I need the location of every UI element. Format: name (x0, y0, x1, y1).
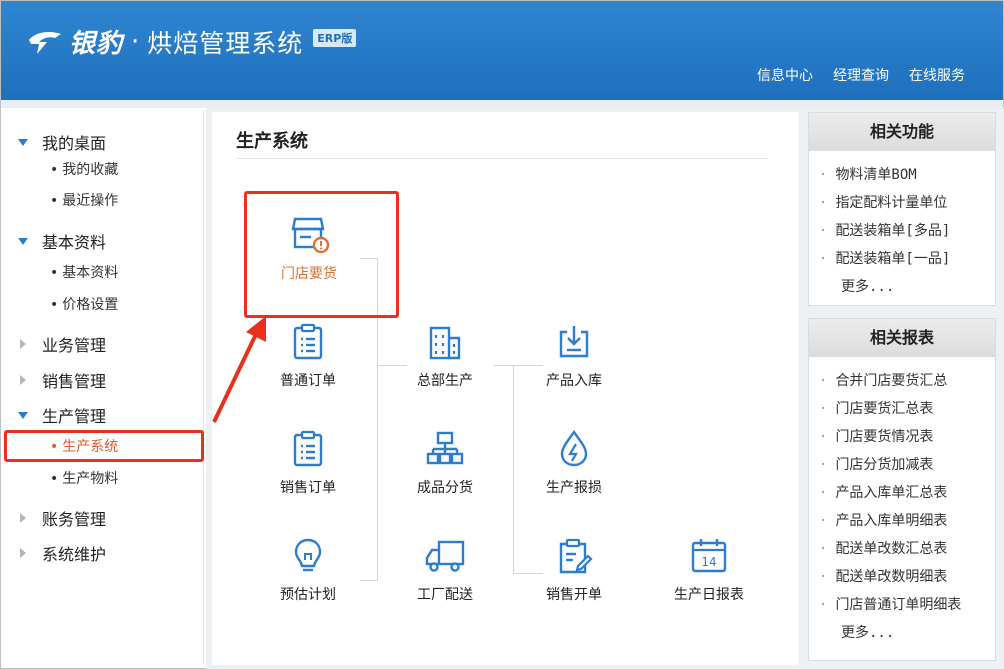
sidebar-group-production[interactable]: 生产管理 (18, 403, 106, 427)
highlight-store-order (244, 191, 399, 318)
sidebar-group-desktop[interactable]: 我的桌面 (18, 130, 106, 154)
report-link[interactable]: 门店要货情况表 (819, 423, 995, 451)
report-link[interactable]: 门店要货汇总表 (819, 395, 995, 423)
leopard-logo-icon (29, 31, 61, 54)
function-link[interactable]: 物料清单BOM (819, 161, 995, 189)
sidebar-group-label: 系统维护 (42, 545, 107, 564)
tile-hq-production[interactable]: 总部生产 (390, 322, 500, 390)
lightbulb-icon (294, 538, 322, 572)
sidebar-group-sales[interactable]: 销售管理 (18, 368, 106, 392)
collapsed-triangle-icon (20, 375, 26, 385)
function-link[interactable]: 配送装箱单[一品] (819, 245, 995, 273)
related-functions-panel: 相关功能 物料清单BOM 指定配料计量单位 配送装箱单[多品] 配送装箱单[一品… (808, 112, 996, 306)
function-link[interactable]: 指定配料计量单位 (819, 189, 995, 217)
calendar-14-icon: 14 (691, 539, 727, 573)
sidebar-item-production-materials[interactable]: 生产物料 (50, 468, 118, 488)
building-icon (429, 326, 461, 360)
calendar-number: 14 (701, 555, 716, 569)
tile-sales-bill[interactable]: 销售开单 (519, 536, 629, 604)
tile-daily-report[interactable]: 14 生产日报表 (654, 536, 764, 604)
header-divider (1, 100, 1003, 108)
annotation-arrow-icon (212, 316, 266, 423)
function-link[interactable]: 配送装箱单[多品] (819, 217, 995, 245)
sidebar-item-basic-info[interactable]: 基本资料 (50, 262, 118, 282)
report-link[interactable]: 配送单改数汇总表 (819, 535, 995, 563)
tile-forecast-plan[interactable]: 预估计划 (253, 536, 363, 604)
link-message-center[interactable]: 信息中心 (757, 65, 813, 85)
report-link[interactable]: 合并门店要货汇总 (819, 367, 995, 395)
sidebar-group-label: 销售管理 (42, 372, 107, 391)
top-links: 信息中心 经理查询 在线服务 (757, 65, 965, 85)
brand-separator: · (131, 26, 140, 57)
sidebar-group-accounting[interactable]: 账务管理 (18, 506, 106, 530)
related-reports-panel: 相关报表 合并门店要货汇总 门店要货汇总表 门店要货情况表 门店分货加减表 产品… (808, 318, 996, 661)
sidebar-group-label: 生产管理 (42, 407, 107, 426)
sidebar-group-label: 我的桌面 (42, 134, 107, 153)
active-item-highlight (4, 430, 204, 462)
title-divider (236, 158, 768, 159)
sidebar-group-label: 业务管理 (42, 336, 107, 355)
collapsed-triangle-icon (20, 513, 26, 523)
page-title: 生产系统 (236, 131, 308, 152)
tile-label: 销售开单 (546, 587, 602, 603)
edition-badge: ERP版 (313, 28, 357, 47)
sidebar-item-recent[interactable]: 最近操作 (50, 190, 118, 210)
flow-connector (513, 365, 514, 573)
sidebar-group-label: 账务管理 (42, 510, 107, 529)
panel-title: 相关报表 (809, 319, 995, 357)
more-reports-link[interactable]: 更多... (819, 619, 995, 647)
tile-label: 成品分货 (417, 480, 473, 496)
link-manager-query[interactable]: 经理查询 (833, 65, 889, 85)
tile-label: 总部生产 (417, 373, 473, 389)
tile-product-stock-in[interactable]: 产品入库 (519, 322, 629, 390)
sidebar-group-label: 基本资料 (42, 233, 107, 252)
link-online-service[interactable]: 在线服务 (909, 65, 965, 85)
collapsed-triangle-icon (20, 339, 26, 349)
more-functions-link[interactable]: 更多... (819, 273, 995, 301)
expanded-triangle-icon (18, 138, 28, 146)
sidebar-item-price-settings[interactable]: 价格设置 (50, 294, 118, 314)
tile-label: 产品入库 (546, 373, 602, 389)
tile-label: 生产日报表 (674, 587, 744, 603)
brand-name: 银豹 (69, 29, 124, 59)
sidebar-group-basic-info[interactable]: 基本资料 (18, 229, 106, 253)
expanded-triangle-icon (18, 237, 28, 245)
collapsed-triangle-icon (20, 548, 26, 558)
truck-icon (425, 540, 465, 572)
tile-sales-order[interactable]: 销售订单 (253, 429, 363, 497)
clipboard-list-icon (293, 430, 323, 467)
sidebar-item-favorites[interactable]: 我的收藏 (50, 159, 118, 179)
sidebar-group-system[interactable]: 系统维护 (18, 541, 106, 565)
report-link[interactable]: 配送单改数明细表 (819, 563, 995, 591)
app-header: 银豹 · 烘焙管理系统 ERP版 信息中心 经理查询 在线服务 (1, 1, 1003, 100)
hierarchy-icon (426, 431, 464, 465)
report-link[interactable]: 产品入库单汇总表 (819, 479, 995, 507)
water-bolt-icon (560, 429, 588, 467)
tray-download-icon (559, 326, 589, 358)
tile-production-loss[interactable]: 生产报损 (519, 429, 629, 497)
report-link[interactable]: 门店普通订单明细表 (819, 591, 995, 619)
app-logo: 银豹 · 烘焙管理系统 ERP版 (25, 23, 357, 60)
clipboard-list-icon (293, 323, 323, 360)
report-link[interactable]: 门店分货加减表 (819, 451, 995, 479)
expanded-triangle-icon (18, 411, 28, 419)
sidebar-group-business[interactable]: 业务管理 (18, 332, 106, 356)
system-title: 烘焙管理系统 (147, 28, 304, 58)
report-link[interactable]: 产品入库单明细表 (819, 507, 995, 535)
tile-product-distribution[interactable]: 成品分货 (390, 429, 500, 497)
tile-label: 工厂配送 (417, 587, 473, 603)
tile-label: 生产报损 (546, 480, 602, 496)
clipboard-edit-icon (559, 538, 593, 574)
tile-label: 销售订单 (280, 480, 336, 496)
tile-factory-delivery[interactable]: 工厂配送 (390, 536, 500, 604)
tile-label: 预估计划 (280, 587, 336, 603)
panel-title: 相关功能 (809, 113, 995, 151)
